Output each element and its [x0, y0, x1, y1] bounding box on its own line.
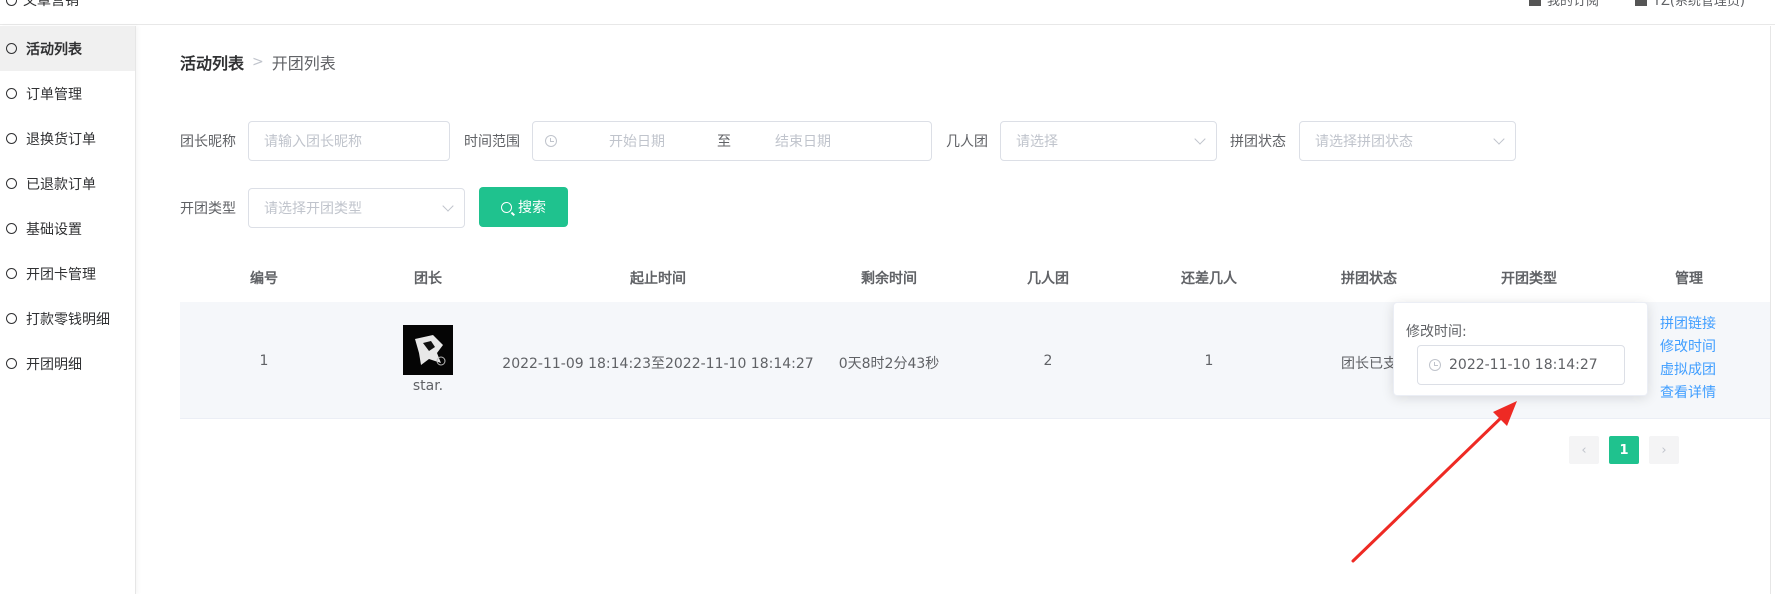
circle-icon: [6, 313, 17, 324]
circle-icon: [6, 358, 17, 369]
module-title[interactable]: 文章营销: [6, 0, 79, 10]
group-status-label: 拼团状态: [1230, 134, 1286, 150]
breadcrumb-parent[interactable]: 活动列表: [180, 50, 244, 74]
leader-input[interactable]: 请输入团长昵称: [248, 121, 450, 161]
cell-remaining: 0天8时2分43秒: [838, 356, 940, 372]
circle-icon: [6, 43, 17, 54]
col-missing: 还差几人: [1181, 271, 1237, 287]
col-manage: 管理: [1675, 271, 1703, 287]
col-period: 起止时间: [630, 271, 686, 287]
modify-time-popover: 修改时间: 2022-11-10 18:14:27: [1393, 302, 1648, 396]
col-remaining: 剩余时间: [861, 271, 917, 287]
modify-time-action[interactable]: 修改时间: [1660, 339, 1716, 356]
breadcrumb-separator: >: [252, 54, 264, 70]
chevron-down-icon: [442, 200, 454, 212]
chevron-down-icon: [1493, 133, 1505, 145]
chevron-left-icon: ‹: [1581, 442, 1587, 458]
sidebar: 活动列表 订单管理 退换货订单 已退款订单 基础设置 开团卡管理 打款零钱明细 …: [0, 26, 136, 594]
next-page-button[interactable]: ›: [1649, 436, 1679, 464]
search-button[interactable]: 搜索: [479, 187, 568, 227]
search-icon: [501, 201, 512, 213]
page-1-button[interactable]: 1: [1609, 436, 1639, 464]
user-menu[interactable]: YZ(系统管理员): [1635, 0, 1745, 9]
col-status: 拼团状态: [1341, 271, 1397, 287]
start-date-input[interactable]: 开始日期: [609, 131, 665, 151]
sidebar-item-payouts[interactable]: 打款零钱明细: [0, 296, 135, 341]
circle-icon: [6, 88, 17, 99]
sidebar-item-refunded[interactable]: 已退款订单: [0, 161, 135, 206]
group-type-select[interactable]: 请选择开团类型: [248, 188, 465, 228]
group-type-label: 开团类型: [180, 201, 236, 217]
clock-icon: [1429, 359, 1441, 371]
sidebar-item-orders[interactable]: 订单管理: [0, 71, 135, 116]
avatar-image: [403, 325, 453, 375]
prev-page-button[interactable]: ‹: [1569, 436, 1599, 464]
subscribe-link[interactable]: 我的订阅: [1528, 0, 1599, 9]
virtual-complete-action[interactable]: 虚拟成团: [1660, 362, 1716, 379]
cell-id: 1: [259, 353, 269, 369]
end-date-input[interactable]: 结束日期: [775, 131, 831, 151]
circle-icon: [6, 268, 17, 279]
module-icon: [6, 0, 17, 6]
chevron-down-icon: [1194, 133, 1206, 145]
group-link-action[interactable]: 拼团链接: [1660, 316, 1716, 333]
cell-size: 2: [1043, 353, 1053, 369]
cell-missing: 1: [1204, 353, 1214, 369]
circle-icon: [6, 178, 17, 189]
col-leader: 团长: [414, 271, 442, 287]
time-range-label: 时间范围: [464, 134, 520, 150]
sidebar-item-group-details[interactable]: 开团明细: [0, 341, 135, 386]
annotation-arrow: [1351, 401, 1517, 563]
clock-icon: [545, 135, 557, 147]
group-size-select[interactable]: 请选择: [1000, 121, 1217, 161]
circle-icon: [6, 133, 17, 144]
sidebar-item-group-cards[interactable]: 开团卡管理: [0, 251, 135, 296]
datetime-input[interactable]: 2022-11-10 18:14:27: [1417, 345, 1625, 385]
breadcrumb: 活动列表 > 开团列表: [180, 50, 336, 74]
breadcrumb-current: 开团列表: [271, 54, 336, 73]
cell-status: 团长已支: [1341, 356, 1397, 372]
chevron-right-icon: ›: [1661, 442, 1667, 458]
leader-label: 团长昵称: [180, 134, 236, 150]
view-details-action[interactable]: 查看详情: [1660, 385, 1716, 402]
col-id: 编号: [250, 271, 278, 287]
leader-name: star.: [412, 378, 444, 394]
top-right-menu: 我的订阅 YZ(系统管理员): [1528, 0, 1745, 9]
top-bar: 文章营销 我的订阅 YZ(系统管理员): [0, 0, 1775, 25]
cell-period: 2022-11-09 18:14:23至2022-11-10 18:14:27: [502, 356, 814, 372]
circle-icon: [6, 223, 17, 234]
group-status-select[interactable]: 请选择拼团状态: [1299, 121, 1516, 161]
user-icon: [1635, 0, 1647, 6]
grid-icon: [1528, 0, 1541, 6]
scrollbar[interactable]: [1770, 26, 1775, 594]
range-separator: 至: [717, 134, 731, 150]
col-size: 几人团: [1027, 271, 1069, 287]
row-actions: 拼团链接 修改时间 虚拟成团 查看详情: [1660, 316, 1716, 402]
popover-title: 修改时间:: [1406, 324, 1467, 340]
date-range-picker[interactable]: 开始日期 至 结束日期: [532, 121, 932, 161]
avatar: [403, 325, 453, 375]
col-type: 开团类型: [1501, 271, 1557, 287]
sidebar-item-activity-list[interactable]: 活动列表: [0, 26, 135, 71]
sidebar-item-settings[interactable]: 基础设置: [0, 206, 135, 251]
group-size-label: 几人团: [946, 134, 988, 150]
sidebar-item-returns[interactable]: 退换货订单: [0, 116, 135, 161]
